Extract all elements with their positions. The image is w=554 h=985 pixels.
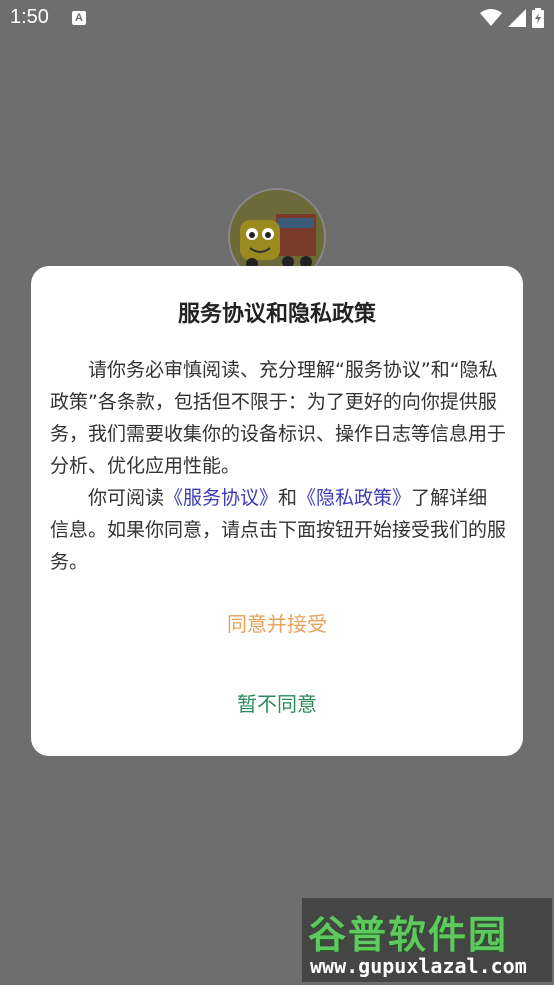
status-bar: 1:50 A — [0, 0, 554, 36]
privacy-dialog: 服务协议和隐私政策 请你务必审慎阅读、充分理解“服务协议”和“隐私政策”各条款，… — [31, 266, 523, 756]
dialog-paragraph-2: 你可阅读《服务协议》和《隐私政策》了解详细信息。如果你同意，请点击下面按钮开始接… — [50, 482, 506, 578]
para2-and: 和 — [278, 487, 298, 509]
watermark: 谷普软件园 www.gupuxlazal.com — [302, 898, 552, 982]
para2-prefix: 你可阅读 — [88, 487, 165, 509]
decline-button[interactable]: 暂不同意 — [31, 686, 523, 722]
status-icons — [480, 8, 544, 28]
dialog-paragraph-1: 请你务必审慎阅读、充分理解“服务协议”和“隐私政策”各条款，包括但不限于：为了更… — [50, 359, 507, 477]
privacy-policy-link[interactable]: 《隐私政策》 — [297, 487, 411, 509]
service-agreement-link[interactable]: 《服务协议》 — [164, 487, 278, 509]
battery-icon — [532, 8, 544, 28]
signal-icon — [508, 9, 526, 27]
wifi-icon — [480, 9, 502, 26]
status-time: 1:50 — [10, 6, 49, 28]
accept-button[interactable]: 同意并接受 — [31, 606, 523, 642]
dialog-body: 请你务必审慎阅读、充分理解“服务协议”和“隐私政策”各条款，包括但不限于：为了更… — [50, 354, 506, 578]
notification-a-icon: A — [72, 11, 86, 25]
watermark-title: 谷普软件园 — [308, 913, 509, 957]
watermark-url: www.gupuxlazal.com — [310, 954, 527, 978]
dialog-title: 服务协议和隐私政策 — [177, 302, 376, 327]
